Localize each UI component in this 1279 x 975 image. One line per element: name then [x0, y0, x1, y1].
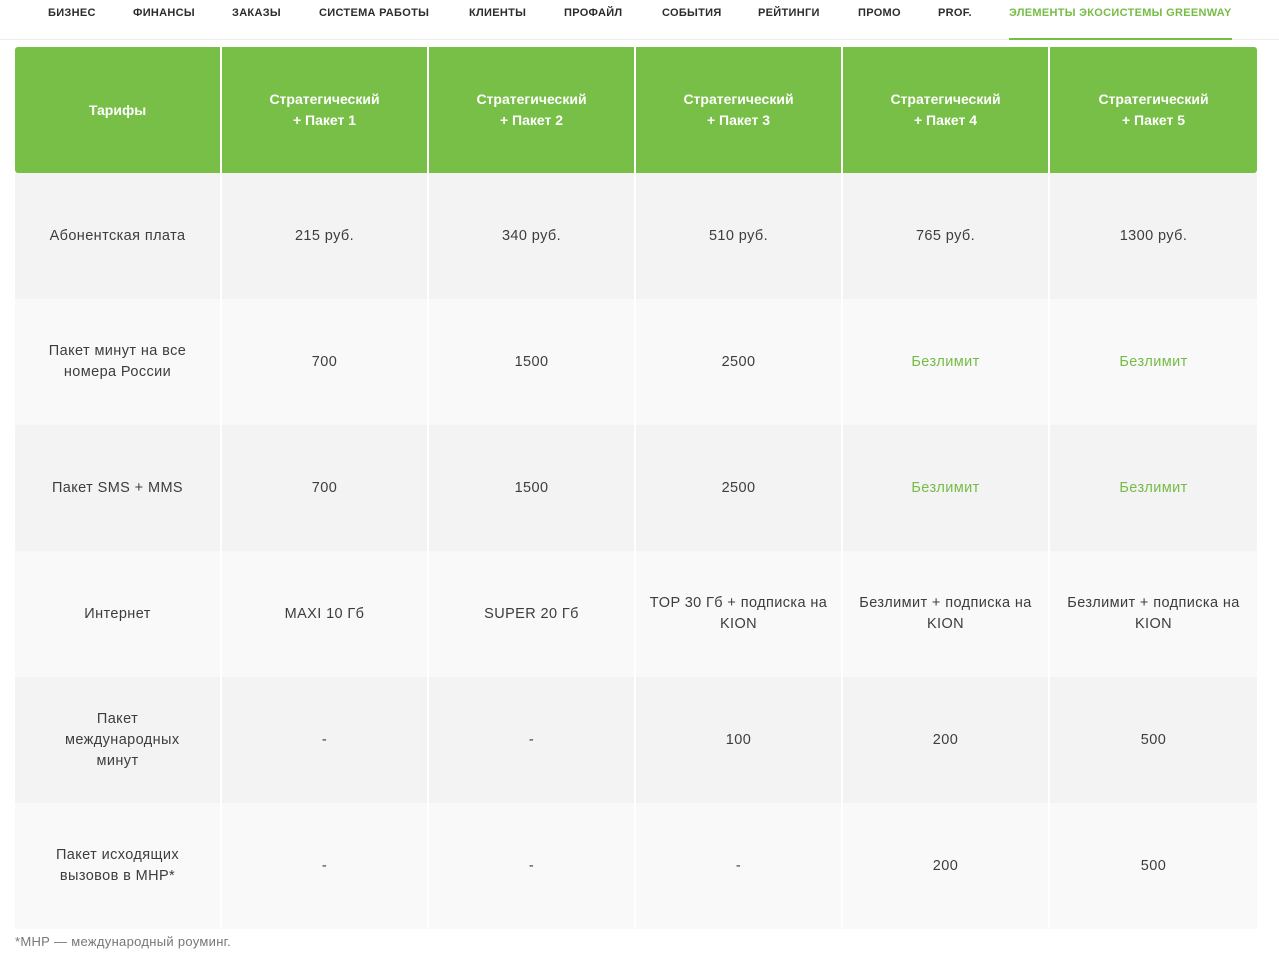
nav-item-events[interactable]: СОБЫТИЯ — [662, 6, 722, 40]
table-cell: 2500 — [636, 299, 843, 425]
column-header-line: + Пакет 1 — [292, 112, 357, 128]
table-cell: - — [429, 803, 636, 929]
table-cell: 200 — [843, 803, 1050, 929]
footnote: *МНР — международный роуминг. — [15, 934, 232, 949]
table-row-sms-mms: Пакет SMS + MMS 700 1500 2500 Безлимит Б… — [15, 425, 1257, 551]
column-header-line: Стратегический — [269, 91, 380, 107]
nav-item-orders[interactable]: ЗАКАЗЫ — [232, 6, 281, 40]
table-cell: 2500 — [636, 425, 843, 551]
table-cell: - — [429, 677, 636, 803]
column-header-line: + Пакет 2 — [499, 112, 564, 128]
nav-item-prof[interactable]: PROF. — [938, 6, 972, 40]
table-cell: TOP 30 Гб + подписка на KION — [636, 551, 843, 677]
tariffs-table: Тарифы Стратегический + Пакет 1 Стратегич… — [15, 47, 1257, 929]
table-cell: MAXI 10 Гб — [222, 551, 429, 677]
nav-item-business[interactable]: БИЗНЕС — [48, 6, 96, 40]
table-row-internet: Интернет MAXI 10 Гб SUPER 20 Гб TOP 30 Г… — [15, 551, 1257, 677]
table-cell: Безлимит + подписка на KION — [843, 551, 1050, 677]
table-cell: 700 — [222, 299, 429, 425]
column-header-line: + Пакет 3 — [706, 112, 771, 128]
column-header-package-5: Стратегический + Пакет 5 — [1050, 47, 1257, 173]
table-cell: 1500 — [429, 425, 636, 551]
table-cell: 100 — [636, 677, 843, 803]
table-cell: - — [222, 803, 429, 929]
row-label: Абонентская плата — [15, 173, 222, 299]
table-row-minutes-russia: Пакет минут на все номера России 700 150… — [15, 299, 1257, 425]
nav-item-promo[interactable]: ПРОМО — [858, 6, 901, 40]
row-label: Пакет международных минут — [15, 677, 222, 803]
column-header-package-1: Стратегический + Пакет 1 — [222, 47, 429, 173]
table-cell: 510 руб. — [636, 173, 843, 299]
tariffs-table-container: Тарифы Стратегический + Пакет 1 Стратегич… — [15, 47, 1257, 929]
nav-item-ratings[interactable]: РЕЙТИНГИ — [758, 6, 820, 40]
table-cell-unlimited: Безлимит — [1050, 299, 1257, 425]
table-cell: SUPER 20 Гб — [429, 551, 636, 677]
nav-item-finance[interactable]: ФИНАНСЫ — [133, 6, 195, 40]
table-row-subscription-fee: Абонентская плата 215 руб. 340 руб. 510 … — [15, 173, 1257, 299]
table-header-row: Тарифы Стратегический + Пакет 1 Стратегич… — [15, 47, 1257, 173]
table-cell: 1300 руб. — [1050, 173, 1257, 299]
row-label: Пакет исходящих вызовов в МНР* — [15, 803, 222, 929]
column-header-package-3: Стратегический + Пакет 3 — [636, 47, 843, 173]
row-label: Интернет — [15, 551, 222, 677]
column-header-label: Тарифы — [88, 101, 147, 118]
table-cell: 500 — [1050, 677, 1257, 803]
table-cell: 215 руб. — [222, 173, 429, 299]
table-cell: Безлимит + подписка на KION — [1050, 551, 1257, 677]
column-header-line: Стратегический — [683, 91, 794, 107]
column-header-tariffs: Тарифы — [15, 47, 222, 173]
row-label: Пакет SMS + MMS — [15, 425, 222, 551]
table-cell: 340 руб. — [429, 173, 636, 299]
top-navigation: БИЗНЕС ФИНАНСЫ ЗАКАЗЫ СИСТЕМА РАБОТЫ КЛИ… — [0, 0, 1279, 40]
column-header-package-4: Стратегический + Пакет 4 — [843, 47, 1050, 173]
nav-item-clients[interactable]: КЛИЕНТЫ — [469, 6, 526, 40]
table-cell: - — [636, 803, 843, 929]
table-row-roaming-calls: Пакет исходящих вызовов в МНР* - - - 200… — [15, 803, 1257, 929]
table-cell-unlimited: Безлимит — [843, 425, 1050, 551]
column-header-package-2: Стратегический + Пакет 2 — [429, 47, 636, 173]
table-cell: 1500 — [429, 299, 636, 425]
nav-item-profile[interactable]: ПРОФАЙЛ — [564, 6, 622, 40]
table-cell-unlimited: Безлимит — [1050, 425, 1257, 551]
table-cell: 700 — [222, 425, 429, 551]
row-label: Пакет минут на все номера России — [15, 299, 222, 425]
column-header-line: Стратегический — [1098, 91, 1209, 107]
table-cell: 500 — [1050, 803, 1257, 929]
table-cell: 765 руб. — [843, 173, 1050, 299]
table-row-international-minutes: Пакет международных минут - - 100 200 50… — [15, 677, 1257, 803]
table-cell: 200 — [843, 677, 1050, 803]
column-header-line: Стратегический — [476, 91, 587, 107]
table-cell-unlimited: Безлимит — [843, 299, 1050, 425]
nav-item-greenway-ecosystem[interactable]: ЭЛЕМЕНТЫ ЭКОСИСТЕМЫ GREENWAY — [1009, 6, 1232, 40]
column-header-line: + Пакет 4 — [913, 112, 978, 128]
column-header-line: Стратегический — [890, 91, 1001, 107]
nav-item-work-system[interactable]: СИСТЕМА РАБОТЫ — [319, 6, 429, 40]
table-cell: - — [222, 677, 429, 803]
column-header-line: + Пакет 5 — [1121, 112, 1186, 128]
